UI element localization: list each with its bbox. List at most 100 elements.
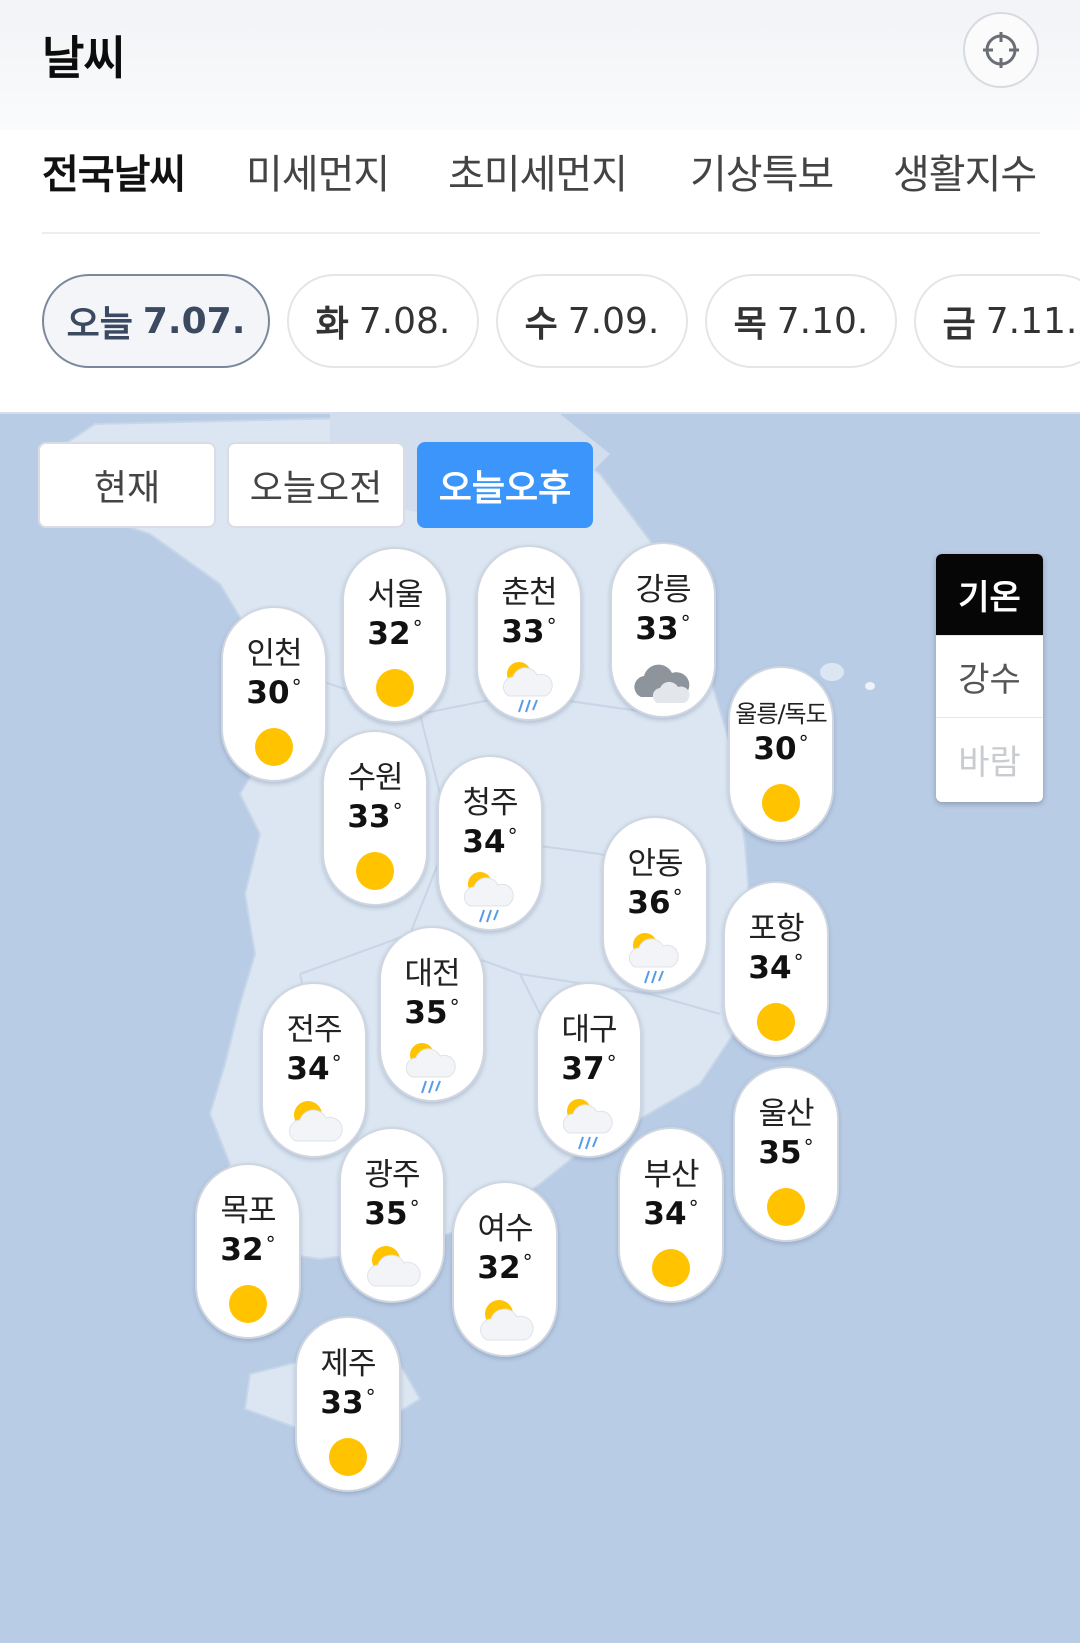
crosshair-icon [983, 32, 1019, 68]
sun-icon [363, 660, 427, 716]
date-value: 7.08. [358, 300, 451, 342]
date-fri[interactable]: 금 7.11. [914, 274, 1080, 368]
city-card-jeju[interactable]: 제주 33 ° [295, 1316, 401, 1492]
sun-icon [639, 1240, 703, 1296]
city-name: 강릉 [635, 572, 691, 608]
city-temp: 32 ° [367, 616, 423, 652]
city-name: 청주 [462, 785, 518, 821]
tab-fine-dust[interactable]: 미세먼지 [246, 142, 390, 200]
current-location-button[interactable] [963, 12, 1039, 88]
date-thu[interactable]: 목 7.10. [705, 274, 897, 368]
city-temp: 30 ° [753, 731, 809, 767]
city-card-ulleung-dokdo[interactable]: 울릉/독도 30 ° [728, 666, 834, 842]
date-dow: 목 [733, 304, 767, 345]
city-card-yeosu[interactable]: 여수 32 ° [452, 1181, 558, 1357]
city-temp: 35 ° [364, 1196, 420, 1232]
city-name: 포항 [748, 911, 804, 947]
city-temp: 30 ° [246, 675, 302, 711]
city-name: 울릉/독도 [735, 700, 827, 728]
city-name: 부산 [643, 1157, 699, 1193]
sun-cloud-rain-icon [497, 658, 561, 714]
city-name: 안동 [627, 846, 683, 882]
city-name: 광주 [364, 1157, 420, 1193]
city-card-suwon[interactable]: 수원 33 ° [322, 730, 428, 906]
time-afternoon-button[interactable]: 오늘오후 [417, 442, 593, 528]
city-temp: 33 ° [320, 1385, 376, 1421]
sun-cloud-icon [282, 1095, 346, 1151]
city-temp: 32 ° [220, 1232, 276, 1268]
city-card-andong[interactable]: 안동 36 ° [602, 816, 708, 992]
sun-cloud-rain-icon [458, 868, 522, 924]
page-title: 날씨 [42, 31, 126, 85]
city-card-cheongju[interactable]: 청주 34 ° [437, 755, 543, 931]
date-dow: 화 [315, 304, 349, 345]
sun-icon [754, 1179, 818, 1235]
city-card-mokpo[interactable]: 목포 32 ° [195, 1163, 301, 1339]
city-name: 전주 [286, 1012, 342, 1048]
date-selector: 오늘 7.07. 화 7.08. 수 7.09. 목 7.10. 금 7.11. [0, 234, 1080, 412]
city-card-gwangju[interactable]: 광주 35 ° [339, 1127, 445, 1303]
city-temp: 33 ° [635, 611, 691, 647]
city-temp: 33 ° [347, 799, 403, 835]
layer-wind-button[interactable]: 바람 [936, 718, 1043, 800]
tab-life-index[interactable]: 생활지수 [893, 142, 1037, 200]
date-value: 7.11. [985, 300, 1078, 342]
sun-icon [242, 719, 306, 775]
layer-precipitation-button[interactable]: 강수 [936, 636, 1043, 718]
city-temp: 32 ° [477, 1250, 533, 1286]
tab-national-weather[interactable]: 전국날씨 [42, 142, 186, 200]
city-temp: 34 ° [748, 950, 804, 986]
city-temp: 34 ° [643, 1196, 699, 1232]
city-card-gangneung[interactable]: 강릉 33 ° [610, 542, 716, 718]
city-card-daegu[interactable]: 대구 37 ° [536, 982, 642, 1158]
layer-temperature-button[interactable]: 기온 [936, 554, 1043, 636]
date-value: 7.07. [142, 300, 246, 342]
city-temp: 35 ° [404, 995, 460, 1031]
city-card-incheon[interactable]: 인천 30 ° [221, 606, 327, 782]
city-card-busan[interactable]: 부산 34 ° [618, 1127, 724, 1303]
city-name: 대전 [404, 956, 460, 992]
city-card-daejeon[interactable]: 대전 35 ° [379, 926, 485, 1102]
city-temp: 35 ° [758, 1135, 814, 1171]
tab-weather-warnings[interactable]: 기상특보 [690, 142, 834, 200]
city-card-pohang[interactable]: 포항 34 ° [723, 881, 829, 1057]
city-card-jeonju[interactable]: 전주 34 ° [261, 982, 367, 1158]
city-card-ulsan[interactable]: 울산 35 ° [733, 1066, 839, 1242]
date-dow: 금 [942, 304, 976, 345]
cloud-icon [631, 655, 695, 711]
city-card-chuncheon[interactable]: 춘천 33 ° [476, 545, 582, 721]
city-name: 목포 [220, 1193, 276, 1229]
sun-icon [749, 775, 813, 831]
sun-cloud-rain-icon [557, 1095, 621, 1151]
tab-ultrafine-dust[interactable]: 초미세먼지 [448, 142, 628, 200]
city-name: 제주 [320, 1346, 376, 1382]
category-tabs: 전국날씨 미세먼지 초미세먼지 기상특보 생활지수 [0, 130, 1080, 234]
city-name: 수원 [347, 760, 403, 796]
city-temp: 36 ° [627, 885, 683, 921]
date-value: 7.10. [776, 300, 869, 342]
sun-icon [316, 1429, 380, 1485]
sun-icon [744, 994, 808, 1050]
weather-map[interactable]: 현재 오늘오전 오늘오후 기온 강수 바람 서울 32 ° 춘천 33 ° 강릉 3… [0, 412, 1080, 1643]
sun-icon [216, 1276, 280, 1332]
date-wed[interactable]: 수 7.09. [496, 274, 688, 368]
map-layer-selector: 기온 강수 바람 [936, 554, 1043, 802]
time-now-button[interactable]: 현재 [38, 442, 216, 528]
city-name: 서울 [367, 577, 423, 613]
date-dow: 수 [524, 304, 558, 345]
city-name: 여수 [477, 1211, 533, 1247]
date-value: 7.09. [567, 300, 660, 342]
city-name: 춘천 [501, 575, 557, 611]
sun-cloud-icon [360, 1240, 424, 1296]
city-name: 울산 [758, 1096, 814, 1132]
city-temp: 34 ° [462, 824, 518, 860]
date-tue[interactable]: 화 7.08. [287, 274, 479, 368]
sun-cloud-icon [473, 1294, 537, 1350]
city-name: 인천 [246, 636, 302, 672]
city-temp: 37 ° [561, 1051, 617, 1087]
time-morning-button[interactable]: 오늘오전 [227, 442, 405, 528]
city-card-seoul[interactable]: 서울 32 ° [342, 547, 448, 723]
date-today[interactable]: 오늘 7.07. [42, 274, 270, 368]
city-temp: 33 ° [501, 614, 557, 650]
sun-cloud-rain-icon [623, 929, 687, 985]
